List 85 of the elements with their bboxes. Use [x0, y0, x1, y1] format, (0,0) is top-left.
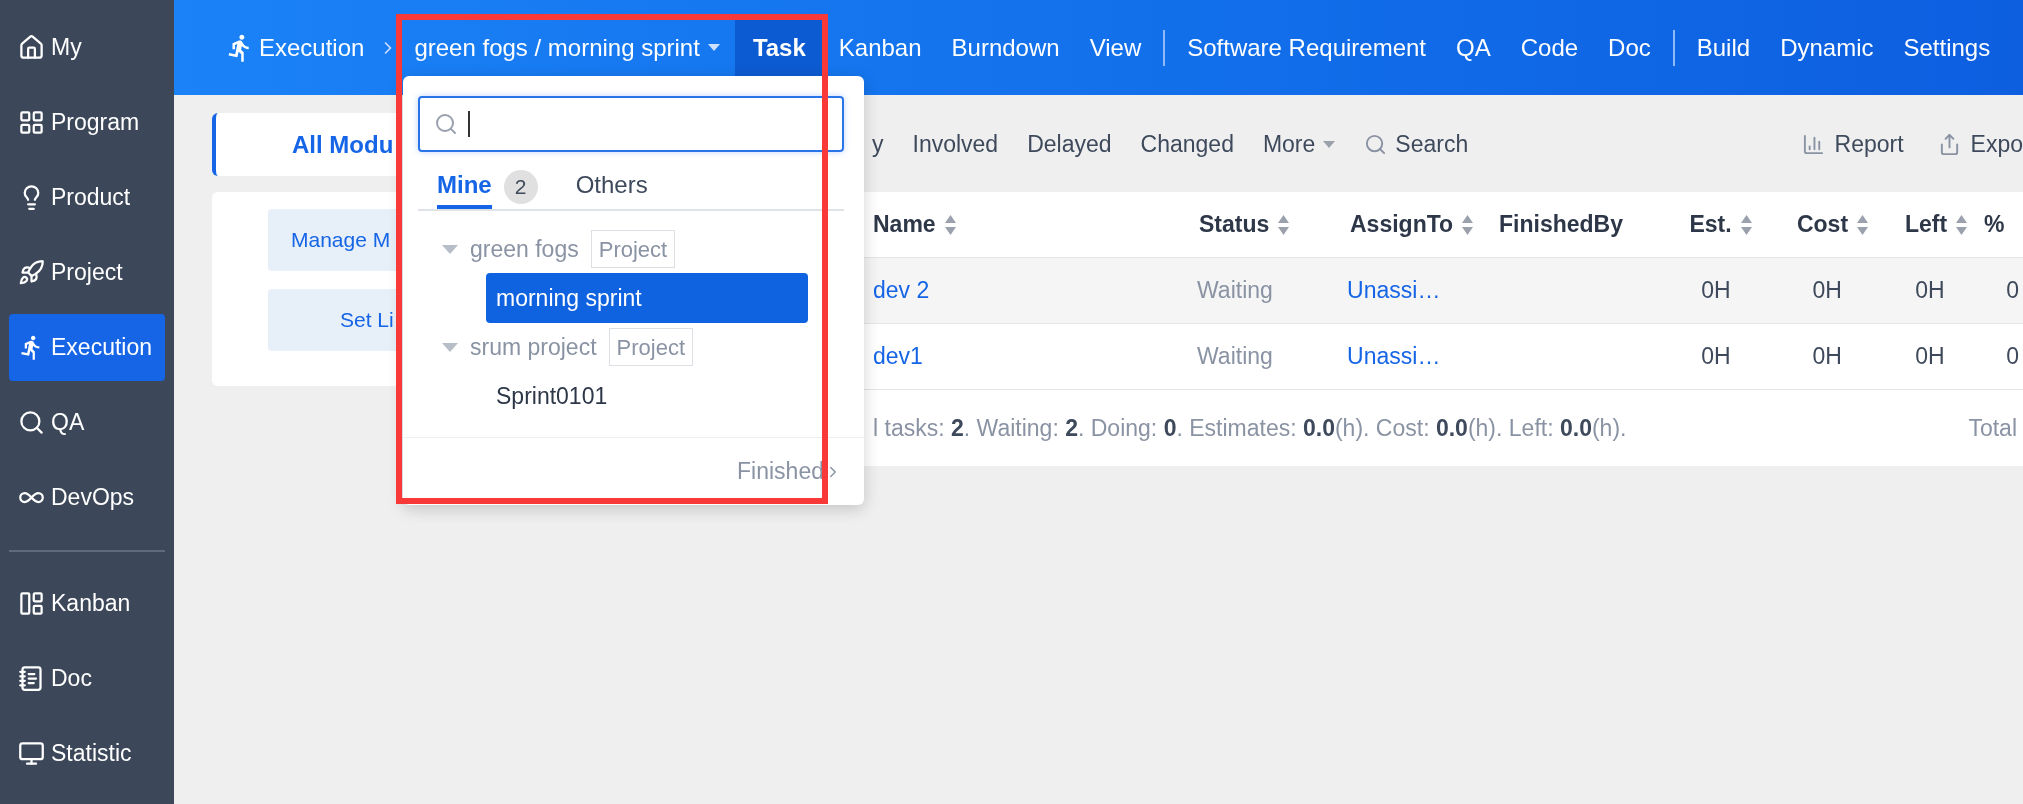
column-header[interactable]: Cost	[1796, 207, 1870, 242]
filter-tab[interactable]: Changed	[1140, 127, 1234, 162]
sort-icon	[1277, 213, 1291, 236]
grid-icon	[18, 109, 45, 136]
project-tag: Project	[608, 328, 694, 366]
search-field[interactable]	[418, 96, 844, 152]
sprint-item[interactable]: Sprint0101	[486, 371, 808, 421]
toolbar-action[interactable]: Report	[1801, 127, 1904, 162]
menu-tab[interactable]: Others	[575, 164, 648, 209]
search-icon	[434, 112, 458, 136]
table-cell-text: 0H	[1812, 342, 1842, 372]
sort-icon	[1739, 213, 1753, 236]
column-header[interactable]: AssignTo	[1350, 207, 1475, 242]
table-cell-text: 0H	[1701, 276, 1731, 306]
sidebar-item[interactable]: Kanban	[9, 570, 165, 637]
column-header[interactable]: Status	[1199, 207, 1291, 242]
task-name-link[interactable]: dev 2	[873, 277, 930, 304]
sidebar-item[interactable]: Statistic	[9, 720, 165, 787]
column-header: FinishedBy	[1499, 210, 1623, 240]
nav-tab[interactable]: Software Requirement	[1172, 15, 1441, 80]
notebook-icon	[18, 665, 45, 692]
sidebar-item[interactable]: Execution	[9, 314, 165, 381]
table-cell-text: 0H	[1812, 276, 1842, 306]
monitor-icon	[18, 740, 45, 767]
bar-chart-icon	[1801, 133, 1825, 156]
project-tag: Project	[590, 230, 676, 268]
table-cell-text: 0	[2006, 276, 2019, 306]
table-cell-text: 0	[2006, 342, 2019, 372]
sidebar-item[interactable]: Program	[9, 89, 165, 156]
project-name: green fogs	[470, 234, 579, 264]
project-name: srum project	[470, 332, 597, 362]
sort-icon	[943, 213, 957, 236]
sort-icon	[1856, 213, 1870, 236]
nav-tab[interactable]: Code	[1505, 15, 1594, 80]
count-badge: 2	[503, 169, 538, 204]
sidebar-item[interactable]: Project	[9, 239, 165, 306]
filter-tab[interactable]: Delayed	[1027, 127, 1112, 162]
sidebar-item[interactable]: Doc	[9, 645, 165, 712]
nav-tab[interactable]: Dynamic	[1765, 15, 1889, 80]
toolbar-action[interactable]: Expo	[1937, 127, 2023, 162]
breadcrumb-dropdown[interactable]: green fogs / morning sprint	[414, 29, 735, 66]
sort-icon	[1461, 213, 1475, 236]
sidebar-item[interactable]: Product	[9, 164, 165, 231]
magnifier-icon	[18, 409, 45, 436]
text-cursor	[468, 111, 470, 137]
assignee-link[interactable]: Unassi…	[1347, 277, 1441, 304]
filter-tab[interactable]: Involved	[912, 127, 999, 162]
table-cell: Waiting	[1197, 343, 1273, 370]
caret-down-icon[interactable]	[442, 342, 458, 352]
board-icon	[18, 590, 45, 617]
sidebar-item[interactable]: DevOps	[9, 464, 165, 531]
home-icon	[18, 34, 45, 61]
caret-icon	[707, 44, 720, 51]
nav-tab[interactable]: Kanban	[823, 15, 937, 80]
task-name-link[interactable]: dev1	[873, 343, 923, 370]
nav-tab[interactable]: Doc	[1593, 15, 1666, 80]
nav-tab[interactable]: Settings	[1888, 15, 2006, 80]
column-header[interactable]: Name	[873, 207, 957, 242]
nav-tab[interactable]: QA	[1441, 15, 1506, 80]
filter-tab[interactable]: y	[872, 127, 884, 162]
search-button[interactable]: Search	[1364, 127, 1469, 162]
table-cell-text: 0H	[1701, 342, 1731, 372]
nav-tab[interactable]: Burndown	[936, 15, 1075, 80]
summary-text: l tasks: 2. Waiting: 2. Doing: 0. Estimates: 0.0(h). Cost: 0.0(h). Left: 0.0(h).	[873, 413, 1627, 443]
module-link[interactable]: Execution	[225, 29, 365, 66]
table-cell-text: 0H	[1915, 342, 1945, 372]
column-header: %	[1984, 210, 2005, 240]
rocket-icon	[18, 259, 45, 286]
sidebar-item[interactable]: QA	[9, 389, 165, 456]
caret-icon	[1323, 141, 1336, 148]
menu-tab[interactable]: Mine 2	[437, 164, 538, 209]
table-cell: Waiting	[1197, 277, 1273, 304]
table-cell-text: 0H	[1915, 276, 1945, 306]
sprint-item[interactable]: morning sprint	[486, 273, 808, 323]
column-header[interactable]: Left	[1904, 207, 1969, 242]
nav-tab[interactable]: View	[1074, 15, 1157, 80]
column-header[interactable]: Est.	[1689, 207, 1753, 242]
nav-tab[interactable]: Build	[1681, 15, 1766, 80]
sort-icon	[1955, 213, 1969, 236]
more-dropdown[interactable]: More	[1262, 127, 1336, 162]
assignee-link[interactable]: Unassi…	[1347, 343, 1441, 370]
sidebar-item[interactable]: My	[9, 14, 165, 81]
total-text: Total	[1968, 413, 2017, 443]
caret-down-icon[interactable]	[442, 244, 458, 254]
search-icon	[1364, 133, 1388, 156]
